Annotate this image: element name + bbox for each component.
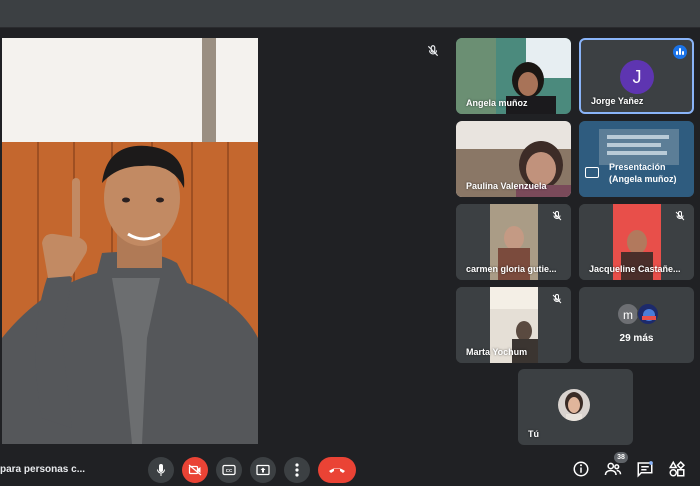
meeting-title: para personas c... [0, 464, 86, 475]
captions-button[interactable]: CC [216, 457, 242, 483]
participant-name: Marta Yochum [466, 347, 528, 357]
participant-name: Jorge Yañez [591, 96, 644, 106]
participant-tile[interactable]: Marta Yochum [456, 287, 571, 363]
participant-tile[interactable]: Jacqueline Castañe... [579, 204, 694, 280]
presentation-owner: (Angela muñoz) [609, 174, 677, 184]
more-options-icon [295, 463, 299, 477]
avatar: J [620, 60, 654, 94]
participant-tile[interactable]: Angela muñoz [456, 38, 571, 114]
more-count-label: 29 más [619, 333, 654, 344]
mic-off-icon [552, 210, 562, 221]
participant-name: Angela muñoz [466, 98, 528, 108]
svg-text:CC: CC [226, 468, 233, 473]
presentation-title: Presentación [609, 162, 666, 172]
participant-count-badge: 38 [614, 452, 628, 463]
captions-icon: CC [222, 464, 236, 476]
speaker-video-frame [2, 38, 258, 444]
present-icon [585, 167, 599, 178]
avatar: m [617, 303, 639, 325]
mic-icon [157, 464, 165, 476]
participant-tile-speaking[interactable]: J Jorge Yañez [579, 38, 694, 114]
participant-name: carmen gloria gutie... [466, 264, 557, 274]
chat-icon[interactable] [636, 460, 654, 478]
participant-tile[interactable]: carmen gloria gutie... [456, 204, 571, 280]
present-now-icon [256, 464, 270, 476]
hang-up-icon [329, 468, 345, 473]
participant-name: Jacqueline Castañe... [589, 264, 681, 274]
presentation-label: Presentación (Angela muñoz) [609, 161, 677, 185]
meet-window: Angela muñoz J Jorge Yañez Paulina Valen… [0, 0, 700, 486]
camera-button[interactable] [182, 457, 208, 483]
mic-off-icon [552, 293, 562, 304]
camera-off-icon [188, 464, 202, 476]
mic-off-icon [675, 210, 685, 221]
activities-icon[interactable] [668, 460, 686, 478]
hang-up-button[interactable] [318, 457, 356, 483]
presentation-thumbnail [579, 121, 694, 197]
more-participants-tile[interactable]: m 29 más [579, 287, 694, 363]
participant-tile[interactable]: Paulina Valenzuela [456, 121, 571, 197]
avatar [637, 303, 659, 325]
main-speaker-video[interactable] [2, 38, 258, 444]
present-button[interactable] [250, 457, 276, 483]
control-bar: para personas c... CC [0, 454, 700, 486]
info-icon[interactable] [572, 460, 590, 478]
browser-top-bar [0, 0, 700, 28]
mic-button[interactable] [148, 457, 174, 483]
mic-off-icon [427, 45, 439, 57]
avatar [558, 389, 590, 421]
more-options-button[interactable] [284, 457, 310, 483]
self-tile[interactable]: Tú [518, 369, 633, 445]
self-name: Tú [528, 429, 539, 439]
participant-name: Paulina Valenzuela [466, 181, 547, 191]
speaking-indicator-icon [673, 45, 687, 59]
more-avatars: m [617, 303, 661, 327]
presentation-tile[interactable]: Presentación (Angela muñoz) [579, 121, 694, 197]
